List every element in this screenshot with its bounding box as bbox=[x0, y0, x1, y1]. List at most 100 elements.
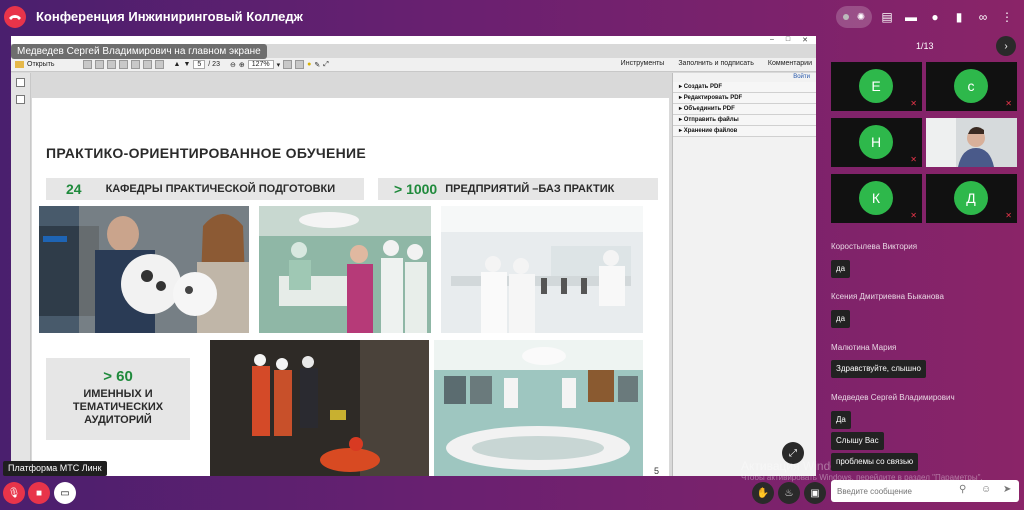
tool-store-files[interactable]: ▸ Хранение файлов bbox=[673, 126, 816, 137]
chat-button[interactable]: ▬ bbox=[902, 7, 920, 27]
tool-merge-pdf[interactable]: ▸ Объединить PDF bbox=[673, 104, 816, 115]
chat-author: Коростылева Виктория bbox=[831, 242, 918, 251]
stat-classrooms-number: > 60 bbox=[103, 368, 133, 385]
page-number-field[interactable]: 5 bbox=[193, 60, 206, 69]
stat-enterprises-number: > 1000 bbox=[394, 181, 438, 197]
tool-send-files[interactable]: ▸ Отправить файлы bbox=[673, 115, 816, 126]
close-icon[interactable]: ✕ bbox=[802, 36, 808, 44]
sound-indicator-icon bbox=[842, 14, 849, 20]
participant-tile[interactable]: К ✕ bbox=[831, 174, 922, 223]
document-list-button[interactable]: ▤ bbox=[878, 7, 896, 27]
link-button[interactable]: ∞ bbox=[974, 7, 992, 27]
message-input[interactable] bbox=[837, 484, 949, 498]
file-button[interactable]: ▮ bbox=[950, 7, 968, 27]
link-icon: ∞ bbox=[978, 10, 988, 24]
participant-tile[interactable]: Н ✕ bbox=[831, 118, 922, 167]
mic-off-icon: 🎙 bbox=[7, 487, 21, 499]
tools-expand-icon[interactable]: ⤢ bbox=[323, 61, 329, 69]
stat-classrooms: > 60 ИМЕННЫХ И ТЕМАТИЧЕСКИХ АУДИТОРИЙ bbox=[46, 358, 190, 440]
slide-page-number: 5 bbox=[653, 466, 659, 476]
emoji-icon[interactable]: ☺ bbox=[981, 484, 991, 495]
sign-icon[interactable]: ✎ bbox=[314, 61, 320, 69]
create-icon[interactable] bbox=[82, 60, 92, 69]
share-icon[interactable] bbox=[118, 60, 128, 69]
page-thumbnails-icon[interactable] bbox=[16, 78, 25, 87]
medical-photo-image bbox=[259, 206, 431, 333]
page-up-icon[interactable]: ▲ bbox=[174, 61, 181, 68]
save-icon[interactable] bbox=[94, 60, 104, 69]
stat-enterprises: > 1000 ПРЕДПРИЯТИЙ –БАЗ ПРАКТИК bbox=[378, 178, 658, 200]
stat-enterprises-text: ПРЕДПРИЯТИЙ –БАЗ ПРАКТИК bbox=[445, 183, 615, 195]
print-icon[interactable] bbox=[142, 60, 152, 69]
minimize-icon[interactable]: – bbox=[770, 36, 774, 44]
zoom-dropdown-icon[interactable]: ▾ bbox=[277, 61, 281, 69]
slide-title: ПРАКТИКО-ОРИЕНТИРОВАННОЕ ОБУЧЕНИЕ bbox=[46, 145, 367, 161]
camera-button[interactable]: ■ bbox=[28, 482, 50, 504]
login-link[interactable]: Войти bbox=[793, 74, 810, 80]
expand-icon: ⤢ bbox=[789, 447, 797, 459]
participant-video-image bbox=[926, 118, 1017, 167]
reaction-button[interactable]: ♨ bbox=[778, 482, 800, 504]
photo-laboratory bbox=[441, 206, 643, 333]
participant-tile[interactable]: Е ✕ bbox=[831, 62, 922, 111]
chat-icon: ▬ bbox=[905, 10, 917, 24]
presentation-slide: ПРАКТИКО-ОРИЕНТИРОВАННОЕ ОБУЧЕНИЕ 24 КАФ… bbox=[32, 98, 669, 476]
more-button[interactable]: ⋮ bbox=[998, 7, 1016, 27]
fullscreen-icon[interactable] bbox=[295, 60, 305, 69]
microphone-button[interactable]: 🎙 bbox=[3, 482, 25, 504]
mail-icon[interactable] bbox=[130, 60, 140, 69]
tool-edit-pdf[interactable]: ▸ Редактировать PDF bbox=[673, 93, 816, 104]
participant-tile[interactable]: с ✕ bbox=[926, 62, 1017, 111]
chat-author: Ксения Дмитриевна Быканова bbox=[831, 292, 944, 301]
photo-mining-training bbox=[210, 340, 429, 476]
zoom-field[interactable]: 127% bbox=[247, 60, 274, 69]
mic-muted-icon: ✕ bbox=[910, 155, 917, 164]
chat-message: да bbox=[831, 260, 851, 278]
attachments-icon[interactable] bbox=[16, 95, 25, 104]
tool-create-pdf[interactable]: ▸ Создать PDF bbox=[673, 82, 816, 93]
layout-button[interactable]: ▣ bbox=[804, 482, 826, 504]
hand-icon: ✋ bbox=[756, 487, 770, 499]
page-down-icon[interactable]: ▼ bbox=[183, 61, 190, 68]
attach-icon[interactable]: ⚲ bbox=[959, 484, 966, 495]
raise-hand-button[interactable]: ✋ bbox=[752, 482, 774, 504]
maximize-icon[interactable]: □ bbox=[786, 36, 790, 44]
tool-send-files-label: Отправить файлы bbox=[683, 117, 739, 123]
top-bar: Конференция Инжиниринговый Колледж ✺ ▤ ▬… bbox=[0, 0, 1024, 34]
stat-classrooms-text: ИМЕННЫХ И ТЕМАТИЧЕСКИХ АУДИТОРИЙ bbox=[72, 388, 164, 426]
send-icon[interactable]: ➤ bbox=[1003, 484, 1011, 495]
tool-store-files-label: Хранение файлов bbox=[683, 128, 738, 134]
tab-fill-sign[interactable]: Заполнить и подписать bbox=[678, 60, 754, 67]
chat-author: Медведев Сергей Владимирович bbox=[831, 393, 955, 402]
edit-icon[interactable] bbox=[106, 60, 116, 69]
mic-muted-icon: ✕ bbox=[1005, 211, 1012, 220]
pdf-left-rail bbox=[11, 73, 31, 476]
sound-toggle[interactable]: ✺ bbox=[836, 6, 872, 28]
chat-message: Здравствуйте, слышно bbox=[831, 360, 926, 378]
next-page-button[interactable]: › bbox=[996, 36, 1016, 56]
highlight-icon[interactable]: ● bbox=[307, 61, 311, 68]
robotics-photo-image bbox=[39, 206, 249, 333]
mining-photo-image bbox=[210, 340, 429, 476]
pdf-tools-pane: Войти ▸ Создать PDF ▸ Редактировать PDF … bbox=[672, 73, 816, 476]
open-button[interactable]: Открыть bbox=[15, 61, 55, 68]
end-call-button[interactable] bbox=[4, 6, 26, 28]
fit-page-icon[interactable] bbox=[283, 60, 293, 69]
avatar: с bbox=[954, 69, 988, 103]
participant-tile[interactable]: Д ✕ bbox=[926, 174, 1017, 223]
avatar: Н bbox=[859, 125, 893, 159]
participants-icon: ● bbox=[931, 10, 939, 24]
tab-comments[interactable]: Комментарии bbox=[768, 60, 812, 67]
pdf-toolbar: Открыть ▲ ▼ 5 / 23 ⊖ ⊕ 127% ▾ ● ✎ ⤢ Инст… bbox=[11, 58, 816, 72]
tab-tools[interactable]: Инструменты bbox=[621, 60, 665, 67]
screen-share-button[interactable]: ▭ bbox=[54, 482, 76, 504]
zoom-in-icon[interactable]: ⊕ bbox=[239, 61, 245, 69]
comment-icon[interactable] bbox=[154, 60, 164, 69]
pdf-right-tabs: Инструменты Заполнить и подписать Коммен… bbox=[621, 60, 812, 67]
zoom-out-icon[interactable]: ⊖ bbox=[230, 61, 236, 69]
laboratory-photo-image bbox=[441, 206, 643, 333]
participant-tile-video[interactable] bbox=[926, 118, 1017, 167]
participants-button[interactable]: ● bbox=[926, 7, 944, 27]
right-sidebar: 1/13 › Е ✕ с ✕ Н ✕ К ✕ Д ✕ Коростылева В… bbox=[828, 34, 1024, 510]
open-label: Открыть bbox=[27, 61, 55, 68]
